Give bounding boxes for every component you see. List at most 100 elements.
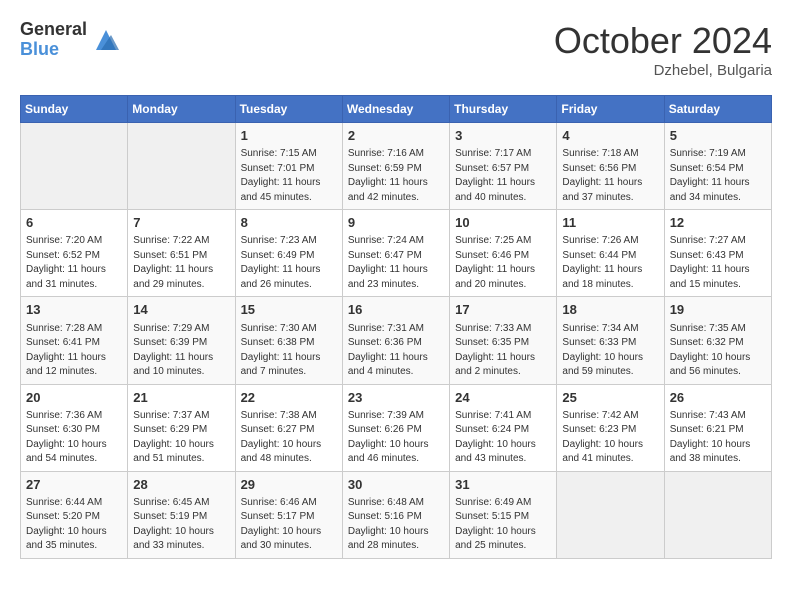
title-block: October 2024 Dzhebel, Bulgaria <box>554 20 772 79</box>
day-number: 20 <box>26 389 122 407</box>
day-number: 8 <box>241 214 337 232</box>
logo-icon <box>91 25 121 55</box>
calendar-cell: 23 Sunrise: 7:39 AMSunset: 6:26 PMDayligh… <box>342 384 449 471</box>
day-info: Sunrise: 7:22 AMSunset: 6:51 PMDaylight:… <box>133 234 229 292</box>
day-info: Sunrise: 6:49 AMSunset: 5:15 PMDaylight:… <box>455 496 551 554</box>
day-info: Sunrise: 7:28 AMSunset: 6:41 PMDaylight:… <box>26 322 122 380</box>
calendar-cell: 5Sunrise: 7:19 AMSunset: 6:54 PMDaylight… <box>664 123 771 210</box>
calendar-week-row: 6 Sunrise: 7:20 AMSunset: 6:52 PMDaylight… <box>21 210 772 297</box>
calendar-cell <box>21 123 128 210</box>
calendar-header: SundayMondayTuesdayWednesdayThursdayFrid… <box>21 96 772 123</box>
day-number: 1 <box>241 127 337 145</box>
logo-blue-text: Blue <box>20 40 87 60</box>
day-number: 26 <box>670 389 766 407</box>
calendar-cell: 11 Sunrise: 7:26 AMSunset: 6:44 PMDayligh… <box>557 210 664 297</box>
day-info: Sunrise: 6:46 AMSunset: 5:17 PMDaylight:… <box>241 496 337 554</box>
day-info: Sunrise: 7:30 AMSunset: 6:38 PMDaylight:… <box>241 322 337 380</box>
day-info: Sunrise: 7:20 AMSunset: 6:52 PMDaylight:… <box>26 234 122 292</box>
day-number: 14 <box>133 301 229 319</box>
calendar-cell: 3 Sunrise: 7:17 AMSunset: 6:57 PMDaylight… <box>450 123 557 210</box>
day-info: Sunrise: 7:16 AMSunset: 6:59 PMDaylight:… <box>348 147 444 205</box>
page-header: General Blue October 2024 Dzhebel, Bulga… <box>20 20 772 79</box>
location: Dzhebel, Bulgaria <box>554 62 772 79</box>
day-number: 30 <box>348 476 444 494</box>
logo-general-text: General <box>20 20 87 40</box>
day-number: 11 <box>562 214 658 232</box>
day-info: Sunrise: 7:42 AMSunset: 6:23 PMDaylight:… <box>562 409 658 467</box>
calendar-cell: 13Sunrise: 7:28 AMSunset: 6:41 PMDayligh… <box>21 297 128 384</box>
calendar-cell: 10 Sunrise: 7:25 AMSunset: 6:46 PMDayligh… <box>450 210 557 297</box>
day-number: 21 <box>133 389 229 407</box>
day-number: 17 <box>455 301 551 319</box>
day-number: 29 <box>241 476 337 494</box>
day-info: Sunrise: 7:36 AMSunset: 6:30 PMDaylight:… <box>26 409 122 467</box>
day-number: 31 <box>455 476 551 494</box>
calendar-cell: 25 Sunrise: 7:42 AMSunset: 6:23 PMDayligh… <box>557 384 664 471</box>
calendar-cell: 15 Sunrise: 7:30 AMSunset: 6:38 PMDayligh… <box>235 297 342 384</box>
weekday-header: Thursday <box>450 96 557 123</box>
calendar-week-row: 20 Sunrise: 7:36 AMSunset: 6:30 PMDayligh… <box>21 384 772 471</box>
calendar-cell <box>128 123 235 210</box>
calendar-cell: 21 Sunrise: 7:37 AMSunset: 6:29 PMDayligh… <box>128 384 235 471</box>
day-info: Sunrise: 7:43 AMSunset: 6:21 PMDaylight:… <box>670 409 766 467</box>
day-number: 10 <box>455 214 551 232</box>
day-info: Sunrise: 7:39 AMSunset: 6:26 PMDaylight:… <box>348 409 444 467</box>
weekday-header: Friday <box>557 96 664 123</box>
day-number: 5 <box>670 127 766 145</box>
calendar-cell: 26 Sunrise: 7:43 AMSunset: 6:21 PMDayligh… <box>664 384 771 471</box>
calendar-cell: 16 Sunrise: 7:31 AMSunset: 6:36 PMDayligh… <box>342 297 449 384</box>
calendar-cell: 20 Sunrise: 7:36 AMSunset: 6:30 PMDayligh… <box>21 384 128 471</box>
calendar-cell: 9Sunrise: 7:24 AMSunset: 6:47 PMDaylight… <box>342 210 449 297</box>
day-number: 4 <box>562 127 658 145</box>
day-info: Sunrise: 7:34 AMSunset: 6:33 PMDaylight:… <box>562 322 658 380</box>
day-number: 27 <box>26 476 122 494</box>
day-info: Sunrise: 7:38 AMSunset: 6:27 PMDaylight:… <box>241 409 337 467</box>
day-number: 7 <box>133 214 229 232</box>
calendar-week-row: 13Sunrise: 7:28 AMSunset: 6:41 PMDayligh… <box>21 297 772 384</box>
day-number: 15 <box>241 301 337 319</box>
day-info: Sunrise: 7:17 AMSunset: 6:57 PMDaylight:… <box>455 147 551 205</box>
day-info: Sunrise: 7:29 AMSunset: 6:39 PMDaylight:… <box>133 322 229 380</box>
day-info: Sunrise: 7:26 AMSunset: 6:44 PMDaylight:… <box>562 234 658 292</box>
calendar-cell: 17 Sunrise: 7:33 AMSunset: 6:35 PMDayligh… <box>450 297 557 384</box>
day-number: 12 <box>670 214 766 232</box>
day-info: Sunrise: 6:44 AMSunset: 5:20 PMDaylight:… <box>26 496 122 554</box>
calendar-cell: 24Sunrise: 7:41 AMSunset: 6:24 PMDayligh… <box>450 384 557 471</box>
calendar-cell: 14 Sunrise: 7:29 AMSunset: 6:39 PMDayligh… <box>128 297 235 384</box>
day-number: 16 <box>348 301 444 319</box>
day-number: 25 <box>562 389 658 407</box>
calendar-cell <box>557 471 664 558</box>
day-info: Sunrise: 7:23 AMSunset: 6:49 PMDaylight:… <box>241 234 337 292</box>
day-number: 6 <box>26 214 122 232</box>
day-info: Sunrise: 7:33 AMSunset: 6:35 PMDaylight:… <box>455 322 551 380</box>
day-number: 23 <box>348 389 444 407</box>
day-number: 2 <box>348 127 444 145</box>
day-info: Sunrise: 7:25 AMSunset: 6:46 PMDaylight:… <box>455 234 551 292</box>
calendar-cell <box>664 471 771 558</box>
calendar-cell: 7 Sunrise: 7:22 AMSunset: 6:51 PMDaylight… <box>128 210 235 297</box>
day-info: Sunrise: 7:41 AMSunset: 6:24 PMDaylight:… <box>455 409 551 467</box>
calendar-cell: 2 Sunrise: 7:16 AMSunset: 6:59 PMDaylight… <box>342 123 449 210</box>
calendar-cell: 22Sunrise: 7:38 AMSunset: 6:27 PMDayligh… <box>235 384 342 471</box>
day-info: Sunrise: 7:35 AMSunset: 6:32 PMDaylight:… <box>670 322 766 380</box>
weekday-header: Saturday <box>664 96 771 123</box>
weekday-header: Monday <box>128 96 235 123</box>
calendar-cell: 27 Sunrise: 6:44 AMSunset: 5:20 PMDayligh… <box>21 471 128 558</box>
weekday-header: Wednesday <box>342 96 449 123</box>
calendar-cell: 4 Sunrise: 7:18 AMSunset: 6:56 PMDaylight… <box>557 123 664 210</box>
day-info: Sunrise: 7:18 AMSunset: 6:56 PMDaylight:… <box>562 147 658 205</box>
day-number: 3 <box>455 127 551 145</box>
calendar-table: SundayMondayTuesdayWednesdayThursdayFrid… <box>20 95 772 559</box>
day-number: 9 <box>348 214 444 232</box>
calendar-cell: 1Sunrise: 7:15 AMSunset: 7:01 PMDaylight… <box>235 123 342 210</box>
day-number: 18 <box>562 301 658 319</box>
day-info: Sunrise: 6:45 AMSunset: 5:19 PMDaylight:… <box>133 496 229 554</box>
day-info: Sunrise: 7:37 AMSunset: 6:29 PMDaylight:… <box>133 409 229 467</box>
calendar-cell: 30Sunrise: 6:48 AMSunset: 5:16 PMDayligh… <box>342 471 449 558</box>
weekday-header: Tuesday <box>235 96 342 123</box>
day-number: 19 <box>670 301 766 319</box>
calendar-week-row: 27 Sunrise: 6:44 AMSunset: 5:20 PMDayligh… <box>21 471 772 558</box>
calendar-week-row: 1Sunrise: 7:15 AMSunset: 7:01 PMDaylight… <box>21 123 772 210</box>
day-info: Sunrise: 7:31 AMSunset: 6:36 PMDaylight:… <box>348 322 444 380</box>
logo: General Blue <box>20 20 121 60</box>
